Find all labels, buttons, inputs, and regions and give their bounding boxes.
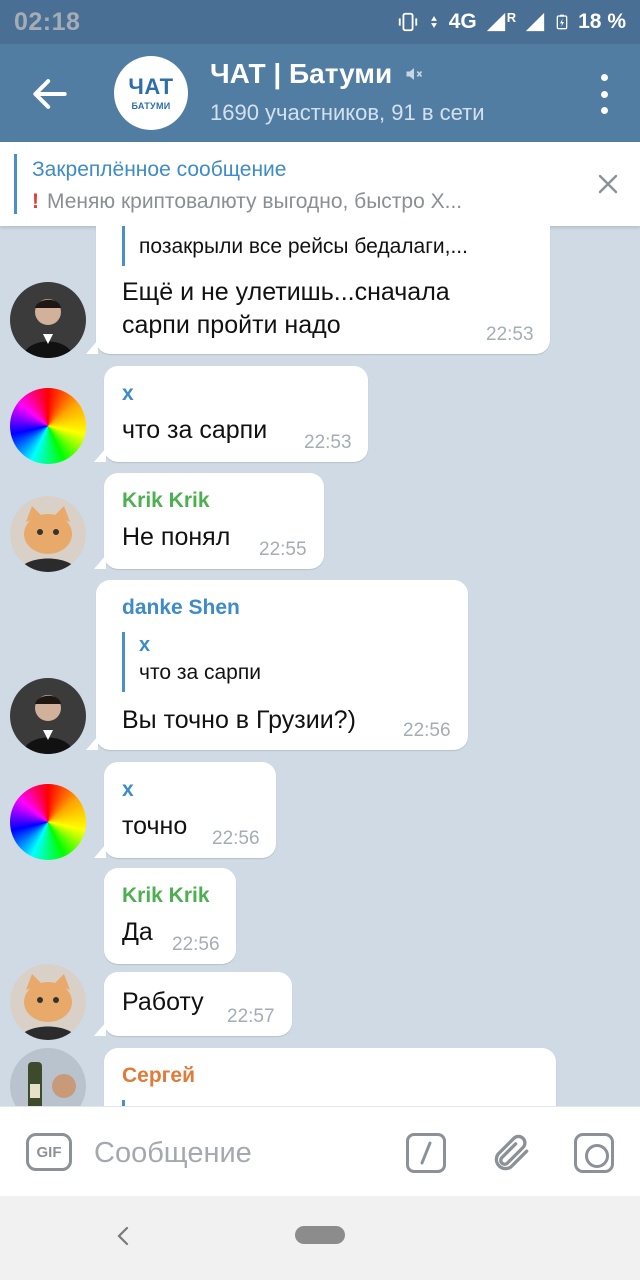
chat-avatar-subtext: БАТУМИ	[131, 100, 171, 111]
message-bubble[interactable]: x что за сарпи 22:53	[94, 366, 368, 462]
message-bubble[interactable]: Krik Krik Не понял 22:55	[94, 473, 324, 569]
pinned-text: Меняю криптовалюту выгодно, быстро Х...	[47, 190, 463, 213]
sender-name: Сергей	[122, 1064, 196, 1087]
message-bubble[interactable]: danke Shen x что за сарпи Вы точно в Гру…	[86, 580, 468, 750]
message-time: 22:56	[212, 828, 260, 849]
user-avatar[interactable]	[10, 1048, 86, 1106]
sender-name: x	[122, 382, 134, 405]
chat-header: ЧАТ БАТУМИ ЧАТ | Батуми 1690 участников,…	[0, 44, 640, 142]
message-time: 22:53	[486, 324, 534, 345]
message-text: точно	[122, 812, 188, 840]
nav-home-pill[interactable]	[295, 1226, 345, 1244]
message-bubble[interactable]: Работу 22:57	[94, 972, 292, 1036]
user-avatar[interactable]	[10, 784, 86, 860]
back-arrow-icon[interactable]	[28, 72, 72, 116]
sender-name: Krik Krik	[122, 884, 210, 907]
message-time: 22:53	[304, 432, 352, 453]
signal-icon-2	[525, 12, 545, 32]
sender-name: Krik Krik	[122, 489, 210, 512]
pinned-title: Закреплённое сообщение	[32, 158, 287, 181]
attach-paperclip-icon[interactable]	[490, 1131, 534, 1175]
message-text: что за сарпи	[122, 416, 268, 444]
chat-avatar-text: ЧАТ	[128, 73, 174, 99]
gif-button[interactable]: GIF	[26, 1133, 72, 1171]
chat-avatar[interactable]: ЧАТ БАТУМИ	[114, 56, 188, 130]
close-icon[interactable]	[596, 172, 620, 196]
signal-icon	[486, 12, 505, 32]
vibrate-icon	[398, 12, 417, 32]
bot-command-icon[interactable]	[406, 1133, 446, 1173]
message-text: Да	[122, 918, 153, 946]
user-avatar[interactable]	[10, 678, 86, 754]
message-time: 22:56	[172, 934, 220, 955]
muted-speaker-icon	[406, 68, 423, 80]
message-time: 22:57	[227, 1006, 275, 1027]
message-time: 22:56	[403, 720, 451, 741]
quote-text: что за сарпи	[139, 661, 261, 684]
nav-back-icon[interactable]	[112, 1224, 136, 1248]
pinned-accent-bar	[14, 154, 17, 214]
message-input[interactable]: Сообщение	[94, 1137, 252, 1170]
reply-quote[interactable]: позакрыли все рейсы бедалаги,...	[122, 226, 532, 266]
chat-title: ЧАТ | Батуми	[210, 58, 393, 89]
quote-text: позакрыли все рейсы бедалаги,...	[139, 235, 468, 258]
status-icons: 4G R 18 %	[397, 10, 626, 34]
sender-name: x	[122, 778, 134, 801]
more-menu-icon[interactable]	[598, 74, 610, 114]
message-text: Работу	[122, 988, 204, 1016]
roaming-indicator: R	[506, 9, 517, 25]
user-avatar[interactable]	[10, 282, 86, 358]
message-time: 22:55	[259, 539, 307, 560]
message-bubble[interactable]: Krik Krik Да 22:56	[104, 868, 236, 964]
message-bubble[interactable]: Сергей	[104, 1048, 556, 1106]
message-text: Ещё и не улетишь...сначала	[122, 278, 450, 306]
message-text: Вы точно в Грузии?)	[122, 706, 356, 734]
chat-title-row[interactable]: ЧАТ | Батуми	[210, 58, 424, 90]
message-bubble[interactable]: x точно 22:56	[94, 762, 276, 858]
message-bubble[interactable]: позакрыли все рейсы бедалаги,... Ещё и н…	[86, 226, 550, 354]
user-avatar[interactable]	[10, 388, 86, 464]
user-avatar[interactable]	[10, 964, 86, 1040]
message-list[interactable]: позакрыли все рейсы бедалаги,... Ещё и н…	[0, 226, 640, 1106]
user-avatar[interactable]	[10, 496, 86, 572]
status-time: 02:18	[14, 7, 81, 36]
system-nav-bar	[0, 1196, 640, 1280]
battery-icon	[556, 14, 568, 30]
message-text: сарпи пройти надо	[122, 311, 341, 339]
status-bar: 02:18 4G R 18 %	[0, 0, 640, 44]
sender-name: danke Shen	[122, 596, 240, 619]
reply-quote[interactable]: x что за сарпи	[122, 632, 442, 692]
exclamation-icon: !	[32, 190, 39, 213]
message-input-bar: GIF Сообщение	[0, 1106, 640, 1196]
quote-sender: x	[139, 634, 151, 656]
data-arrows-icon	[430, 16, 437, 28]
chat-subtitle: 1690 участников, 91 в сети	[210, 100, 485, 125]
pinned-message[interactable]: Закреплённое сообщение ! Меняю криптовалю…	[0, 142, 640, 226]
network-label: 4G	[448, 10, 477, 33]
camera-icon[interactable]	[574, 1133, 614, 1173]
message-text: Не понял	[122, 523, 231, 551]
pinned-text-row: ! Меняю криптовалюту выгодно, быстро Х...	[32, 190, 572, 214]
battery-level: 18 %	[578, 10, 626, 33]
